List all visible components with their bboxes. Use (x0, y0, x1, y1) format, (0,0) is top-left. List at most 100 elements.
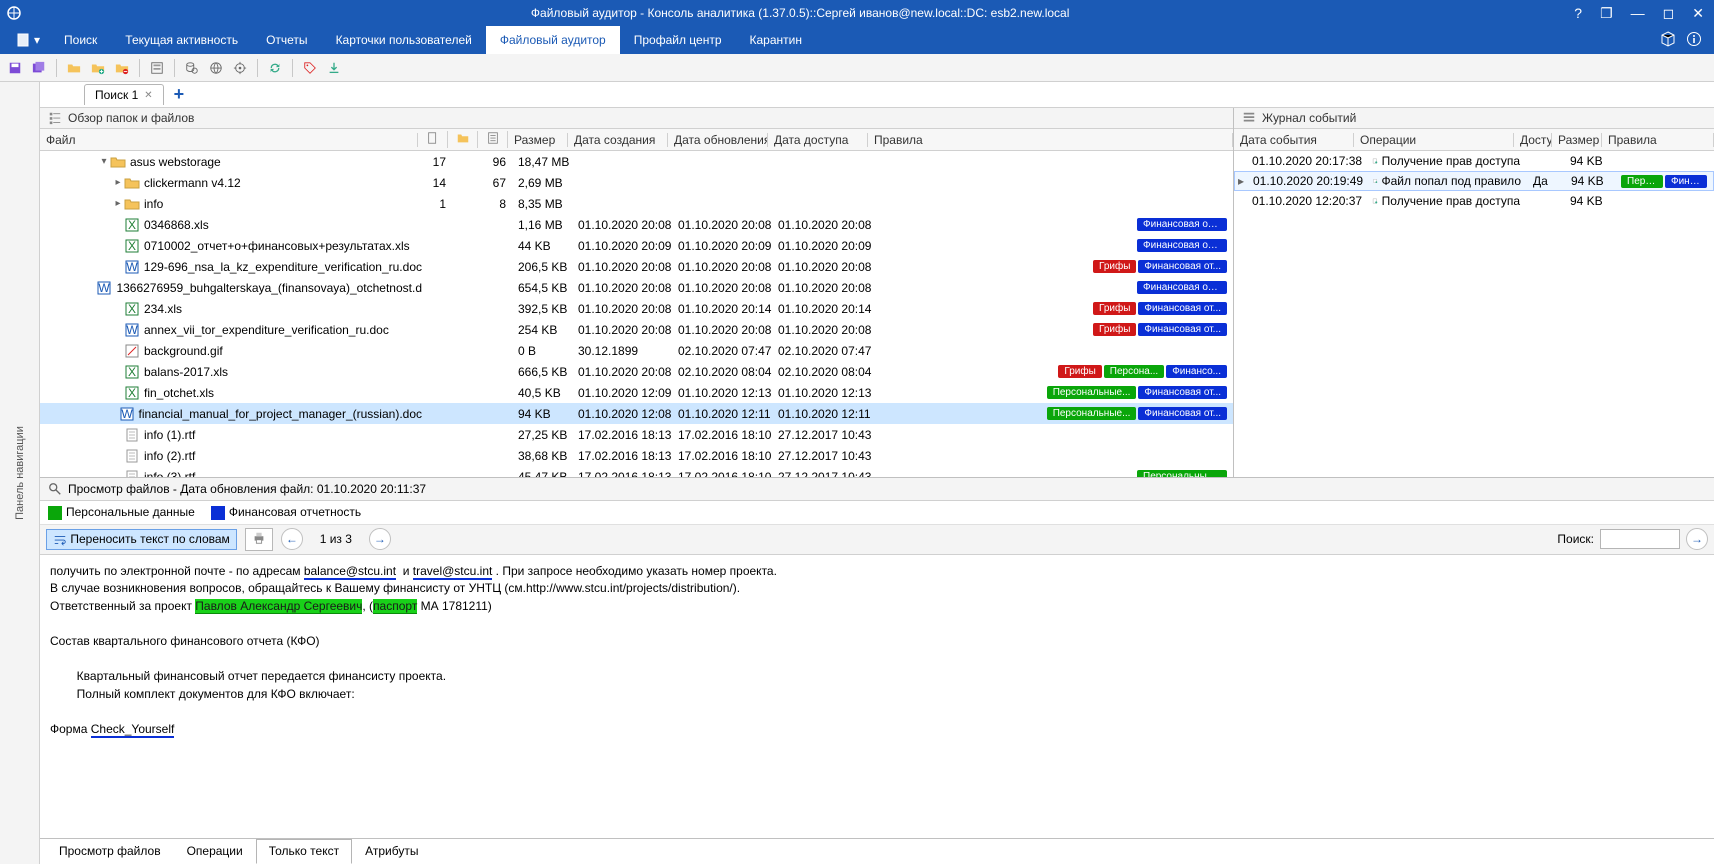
menu-профайл-центр[interactable]: Профайл центр (620, 26, 736, 54)
folder-add-icon[interactable] (89, 59, 107, 77)
download-icon[interactable] (325, 59, 343, 77)
save-icon[interactable] (6, 59, 24, 77)
page-indicator: 1 из 3 (311, 532, 361, 546)
file-name: clickermann v4.12 (144, 176, 241, 190)
menu-отчеты[interactable]: Отчеты (252, 26, 321, 54)
file-name: 0346868.xls (144, 218, 209, 232)
restore-down-icon[interactable]: ❐ (1596, 5, 1617, 22)
rule-badge: Финансова... (1665, 175, 1707, 188)
col-ev-size[interactable]: Размер (1552, 133, 1602, 147)
tree-row[interactable]: info (3).rtf45,47 KB17.02.2016 18:1317.0… (40, 466, 1233, 477)
menubar: ▾ ПоискТекущая активностьОтчетыКарточки … (0, 26, 1714, 54)
tree-row[interactable]: W1366276959_buhgalterskaya_(finansovaya)… (40, 277, 1233, 298)
file-menu-icon[interactable]: ▾ (6, 26, 50, 54)
magnifier-icon (48, 482, 62, 496)
event-row[interactable]: 01.10.2020 12:20:37Получение прав доступ… (1234, 191, 1714, 211)
print-button[interactable] (245, 528, 273, 551)
search-go-button[interactable]: → (1686, 528, 1708, 550)
file-name: 1366276959_buhgalterskaya_(finansovaya)_… (116, 281, 422, 295)
rule-badge: Финансовая отчетность (1137, 218, 1227, 231)
col-page-icon[interactable] (478, 131, 508, 148)
add-tab-button[interactable]: + (168, 84, 191, 105)
tree-row[interactable]: X0346868.xls1,16 MB01.10.2020 20:0801.10… (40, 214, 1233, 235)
tree-row[interactable]: background.gif0 B30.12.189902.10.2020 07… (40, 340, 1233, 361)
col-accessed[interactable]: Дата доступа (768, 133, 868, 147)
refresh-icon[interactable] (266, 59, 284, 77)
event-row[interactable]: ▸01.10.2020 20:19:49Файл попал под прави… (1234, 171, 1714, 191)
db-globe-icon[interactable] (207, 59, 225, 77)
locate-icon[interactable] (231, 59, 249, 77)
col-file[interactable]: Файл (40, 133, 418, 147)
properties-icon[interactable] (148, 59, 166, 77)
col-doc-icon[interactable] (418, 131, 448, 148)
tree-row[interactable]: info (2).rtf38,68 KB17.02.2016 18:1317.0… (40, 445, 1233, 466)
menu-поиск[interactable]: Поиск (50, 26, 111, 54)
cube-icon[interactable] (1660, 31, 1676, 50)
folder-remove-icon[interactable] (113, 59, 131, 77)
col-ev-access[interactable]: Досту (1514, 133, 1552, 147)
col-ev-date[interactable]: Дата события (1234, 133, 1354, 147)
rule-badge: Финансо... (1166, 365, 1227, 378)
save-all-icon[interactable] (30, 59, 48, 77)
search-input[interactable] (1600, 529, 1680, 549)
tree-row[interactable]: ▾asus webstorage179618,47 MB (40, 151, 1233, 172)
close-icon[interactable]: ✕ (1688, 5, 1708, 22)
tree-row[interactable]: Xfin_otchet.xls40,5 KB01.10.2020 12:0901… (40, 382, 1233, 403)
info-icon[interactable] (1686, 31, 1702, 50)
tree-row[interactable]: ▸clickermann v4.1214672,69 MB (40, 172, 1233, 193)
help-icon[interactable]: ? (1570, 5, 1586, 22)
tree-columns-row: Файл Размер Дата создания Дата обновлени… (40, 129, 1233, 151)
menu-файловый-аудитор[interactable]: Файловый аудитор (486, 26, 620, 54)
menu-карточки-пользователей[interactable]: Карточки пользователей (322, 26, 486, 54)
bottom-tab-3[interactable]: Атрибуты (352, 839, 431, 864)
next-page-button[interactable]: → (369, 528, 391, 550)
rule-badge: Персональные данные (1137, 470, 1227, 477)
menu-карантин[interactable]: Карантин (736, 26, 816, 54)
col-created[interactable]: Дата создания (568, 133, 668, 147)
col-rules[interactable]: Правила (868, 133, 1233, 147)
tab-close-icon[interactable]: ✕ (144, 90, 152, 101)
tab-search-1[interactable]: Поиск 1 ✕ (84, 84, 164, 105)
tree-row[interactable]: Wannex_vii_tor_expenditure_verification_… (40, 319, 1233, 340)
events-body[interactable]: 01.10.2020 20:17:38Получение прав доступ… (1234, 151, 1714, 477)
menu-текущая-активность[interactable]: Текущая активность (111, 26, 252, 54)
tree-row[interactable]: W129-696_nsa_la_kz_expenditure_verificat… (40, 256, 1233, 277)
folder-open-icon[interactable] (65, 59, 83, 77)
tree-row[interactable]: Xbalans-2017.xls666,5 KB01.10.2020 20:08… (40, 361, 1233, 382)
minimize-icon[interactable]: — (1627, 5, 1649, 22)
rule-badge: Финансовая от... (1138, 407, 1227, 420)
bottom-tab-2[interactable]: Только текст (256, 839, 352, 864)
col-ev-rules[interactable]: Правила (1602, 133, 1714, 147)
prev-page-button[interactable]: ← (281, 528, 303, 550)
rule-badge: Персональные... (1047, 386, 1137, 399)
app-title: Файловый аудитор - Консоль аналитика (1.… (30, 6, 1570, 20)
tree-row[interactable]: ▸info188,35 MB (40, 193, 1233, 214)
rule-badge: Персональные... (1047, 407, 1137, 420)
rule-badge: Финансовая отчетность (1137, 281, 1227, 294)
event-row[interactable]: 01.10.2020 20:17:38Получение прав доступ… (1234, 151, 1714, 171)
folder-file-tree-pane: Обзор папок и файлов Файл Размер Дата со… (40, 108, 1234, 477)
file-name: fin_otchet.xls (144, 386, 214, 400)
tree-row[interactable]: info (1).rtf27,25 KB17.02.2016 18:1317.0… (40, 424, 1233, 445)
tag-icon[interactable] (301, 59, 319, 77)
bottom-tab-0[interactable]: Просмотр файлов (46, 839, 174, 864)
viewer-title-bar: Просмотр файлов - Дата обновления файл: … (40, 478, 1714, 501)
file-name: balans-2017.xls (144, 365, 228, 379)
tree-row[interactable]: X234.xls392,5 KB01.10.2020 20:0801.10.20… (40, 298, 1233, 319)
wrap-text-button[interactable]: Переносить текст по словам (46, 529, 237, 550)
col-ev-op[interactable]: Операции (1354, 133, 1514, 147)
legend-financial: Финансовая отчетность (211, 505, 361, 520)
file-name: asus webstorage (130, 155, 221, 169)
col-updated[interactable]: Дата обновления (668, 133, 768, 147)
svg-text:W: W (121, 407, 133, 421)
col-size[interactable]: Размер (508, 133, 568, 147)
col-folder-icon[interactable] (448, 131, 478, 148)
viewer-content[interactable]: получить по электронной почте - по адрес… (40, 555, 1714, 838)
bottom-tab-1[interactable]: Операции (174, 839, 256, 864)
tree-row[interactable]: X0710002_отчет+о+финансовых+результатах.… (40, 235, 1233, 256)
maximize-icon[interactable]: ◻ (1659, 5, 1679, 22)
tree-row[interactable]: Wfinancial_manual_for_project_manager_(r… (40, 403, 1233, 424)
db-search-icon[interactable] (183, 59, 201, 77)
tree-body[interactable]: ▾asus webstorage179618,47 MB▸clickermann… (40, 151, 1233, 477)
navigation-side-panel[interactable]: Панель навигации (0, 82, 40, 864)
